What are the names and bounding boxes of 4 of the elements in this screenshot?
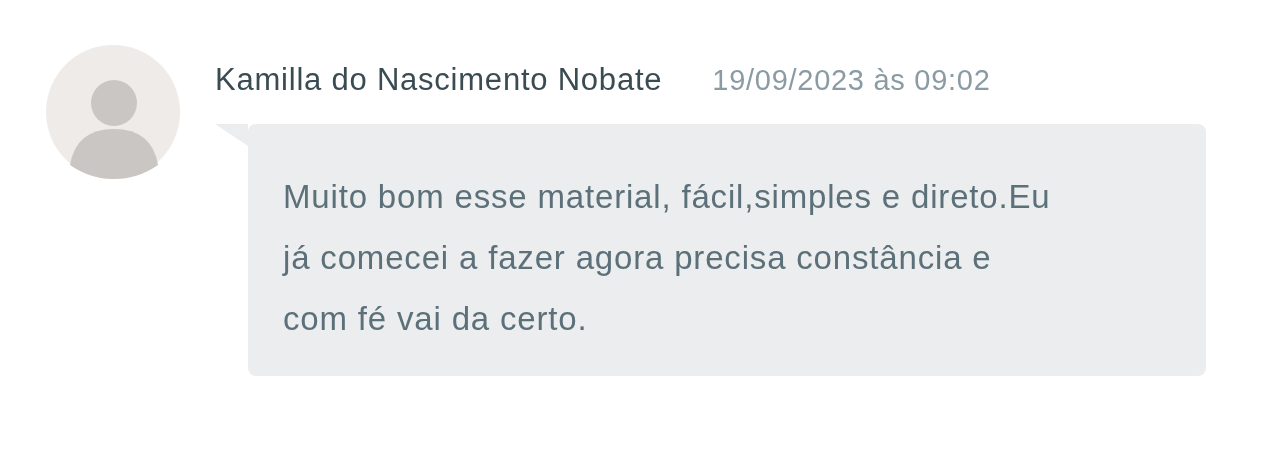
comment-date: 19/09/2023 às 09:02 (712, 63, 991, 98)
comment-text: Muito bom esse material, fácil,simples e direto.Eu já comecei a fazer agora precisa constância e com fé vai da certo. (283, 176, 1052, 339)
author-name: Kamilla do Nascimento Nobate (215, 61, 663, 99)
avatar-icon (46, 45, 180, 179)
